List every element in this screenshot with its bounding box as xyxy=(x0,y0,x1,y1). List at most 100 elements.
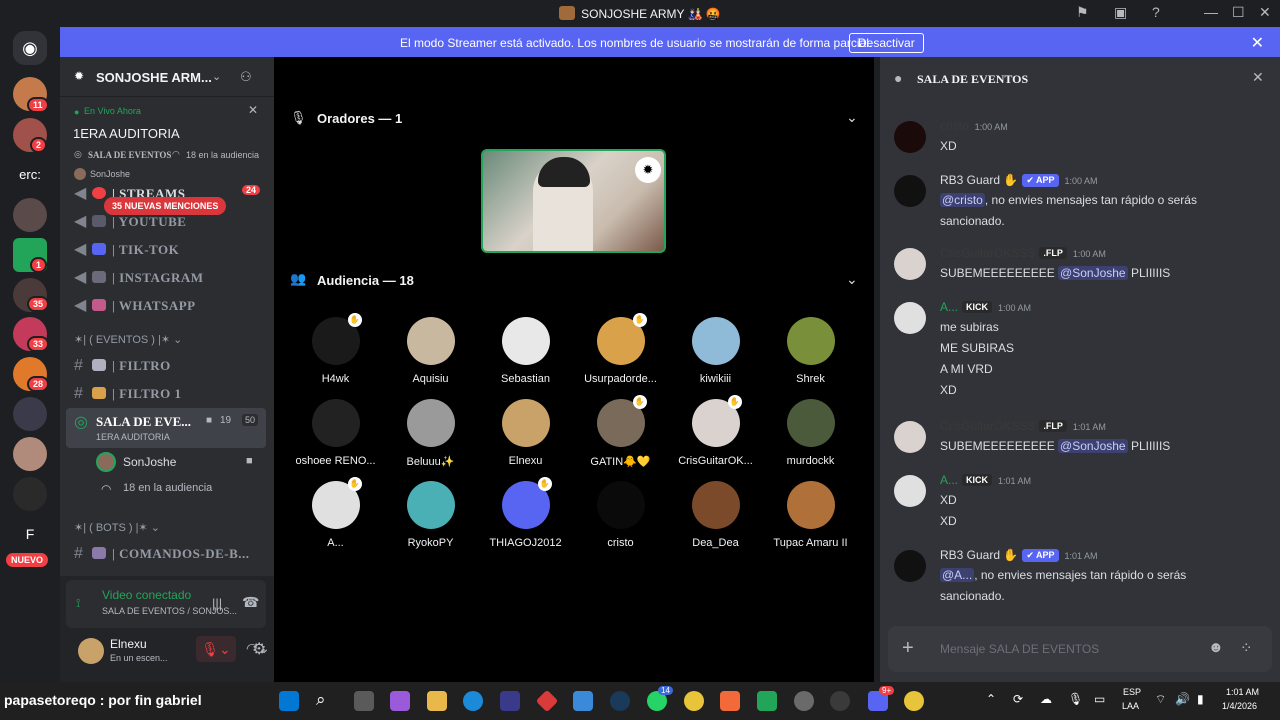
server-header[interactable]: ✹ SONJOSHE ARM... ⌄ ⚇ xyxy=(60,57,274,97)
help-icon[interactable]: ? xyxy=(1152,4,1160,20)
category-eventos[interactable]: ✶| ( EVENTOS ) |✶ ⌄ xyxy=(74,333,182,346)
audience-member[interactable]: Sebastian xyxy=(478,317,573,385)
channel-instagram[interactable]: ◀ | INSTAGRAM xyxy=(74,267,204,287)
display-icon[interactable]: ▭ xyxy=(1094,692,1105,706)
stage-member-name[interactable]: SonJoshe xyxy=(123,455,176,469)
task-view-icon[interactable] xyxy=(354,691,374,711)
clock-time[interactable]: 1:01 AM xyxy=(1226,687,1259,697)
guild-icon[interactable] xyxy=(13,198,47,232)
audience-member[interactable]: ✋ CrisGuitarOK... xyxy=(668,395,763,467)
add-attachment-icon[interactable]: + xyxy=(902,637,914,660)
audience-member[interactable]: ✋ H4wk xyxy=(288,313,383,385)
message-author[interactable]: RB3 Guard ✋ xyxy=(940,173,1018,187)
channel-filtro-1[interactable]: # | FILTRO 1 xyxy=(74,385,182,403)
message-author[interactable]: cristo xyxy=(940,119,969,133)
guild-text-icon[interactable]: erc: xyxy=(13,158,47,192)
app-icon[interactable] xyxy=(573,691,593,711)
audience-member[interactable]: ✋ THIAGOJ2012 xyxy=(478,477,573,549)
start-icon[interactable] xyxy=(279,691,299,711)
user-avatar[interactable] xyxy=(78,638,104,664)
edge-icon[interactable] xyxy=(463,691,483,711)
gear-icon[interactable]: ⚙ xyxy=(252,639,266,659)
audience-member[interactable]: Beluuu✨ xyxy=(383,399,478,468)
app-icon[interactable] xyxy=(757,691,777,711)
maximize-icon[interactable]: ☐ xyxy=(1232,4,1245,21)
voice-status[interactable]: Video conectado xyxy=(102,588,191,602)
message-author[interactable]: RB3 Guard ✋ xyxy=(940,548,1018,562)
inbox-icon[interactable]: ⚑ xyxy=(1076,4,1089,21)
message-author[interactable]: A... xyxy=(940,300,958,314)
battery-icon[interactable]: ▮ xyxy=(1197,692,1204,706)
user-mention[interactable]: @A... xyxy=(940,568,975,582)
mic-tray-icon[interactable]: 🎙 xyxy=(1068,692,1083,706)
disconnect-icon[interactable]: ☎ xyxy=(242,594,259,611)
user-mention[interactable]: @SonJoshe xyxy=(1058,266,1128,280)
audience-member[interactable]: Tupac Amaru II xyxy=(763,481,858,549)
emoji-icon[interactable]: ☻ xyxy=(1208,639,1224,656)
language-code[interactable]: ESP xyxy=(1123,687,1141,697)
audience-member[interactable]: kiwikiii xyxy=(668,317,763,385)
message-author[interactable]: CrisGuitarOKSSS xyxy=(940,419,1035,433)
speakers-header[interactable]: Oradores — 1 xyxy=(317,111,402,126)
chrome-icon[interactable] xyxy=(684,691,704,711)
close-banner-icon[interactable]: ✕ xyxy=(1251,33,1264,53)
audience-member[interactable]: ✋ A... xyxy=(288,477,383,549)
guild-icon[interactable] xyxy=(13,397,47,431)
volume-icon[interactable]: 🔊 xyxy=(1175,692,1190,706)
audience-member[interactable]: Elnexu xyxy=(478,399,573,467)
channel-whatsapp[interactable]: ◀ | WHATSAPP xyxy=(74,295,196,315)
discord-home-icon[interactable]: ◉ xyxy=(13,31,47,65)
audience-member[interactable]: RyokoPY xyxy=(383,481,478,549)
audience-member[interactable]: Shrek xyxy=(763,317,858,385)
audience-member[interactable]: ✋ Usurpadorde... xyxy=(573,313,668,385)
audience-member[interactable]: ✋ GATIN🐥💛 xyxy=(573,395,668,468)
app-icon[interactable] xyxy=(794,691,814,711)
chrome-icon[interactable] xyxy=(904,691,924,711)
message-avatar[interactable] xyxy=(894,248,926,280)
message-avatar[interactable] xyxy=(894,302,926,334)
stage-audience-count[interactable]: 18 en la audiencia xyxy=(123,482,212,494)
channel-comandos[interactable]: # | COMANDOS-DE-B... xyxy=(74,545,250,563)
screen-icon[interactable]: ▣ xyxy=(1114,4,1127,21)
audience-member[interactable]: murdockk xyxy=(763,399,858,467)
category-bots[interactable]: ✶| ( BOTS ) |✶ ⌄ xyxy=(74,521,160,534)
live-now-panel[interactable]: ● En Vivo Ahora ✕ 1ERA AUDITORIA ◎ SALA … xyxy=(60,97,274,185)
speaker-video-tile[interactable]: ✹ xyxy=(481,149,666,253)
wifi-icon[interactable]: ⌔ xyxy=(1155,692,1166,707)
guild-letter-icon[interactable]: F xyxy=(13,517,47,551)
message-avatar[interactable] xyxy=(894,421,926,453)
guild-icon[interactable] xyxy=(13,437,47,471)
audience-member[interactable]: Dea_Dea xyxy=(668,481,763,549)
chevron-up-icon[interactable]: ⌃ xyxy=(986,692,996,706)
close-live-icon[interactable]: ✕ xyxy=(248,103,258,117)
audience-header[interactable]: Audiencia — 18 xyxy=(317,273,414,288)
apps-icon[interactable]: ⁘ xyxy=(1240,639,1253,657)
brave-icon[interactable] xyxy=(720,691,740,711)
sync-icon[interactable]: ⟳ xyxy=(1013,692,1023,706)
minimize-icon[interactable]: — xyxy=(1204,4,1218,20)
channel-tiktok[interactable]: ◀ | TIK-TOK xyxy=(74,239,179,259)
audience-member[interactable]: Aquisiu xyxy=(383,317,478,385)
mute-mic-icon[interactable]: 🎙⌄ xyxy=(196,636,236,662)
keyboard-layout[interactable]: LAA xyxy=(1122,701,1139,711)
search-icon[interactable]: ⌕ xyxy=(316,690,326,710)
cloud-icon[interactable]: ☁ xyxy=(1040,692,1052,706)
app-icon[interactable] xyxy=(830,691,850,711)
audience-member[interactable]: oshoee RENO... xyxy=(288,399,383,467)
user-mention[interactable]: @cristo xyxy=(940,193,985,207)
guild-icon[interactable] xyxy=(13,477,47,511)
chevron-down-icon[interactable]: ⌄ xyxy=(846,271,858,288)
soundboard-icon[interactable]: ||| xyxy=(212,596,222,611)
new-mentions-pill[interactable]: 35 NUEVAS MENCIONES xyxy=(104,197,227,215)
disable-streamer-button[interactable]: Desactivar xyxy=(849,33,924,53)
stage-channel-selected[interactable]: ◎ SALA DE EVE... 1ERA AUDITORIA ■ 19 50 xyxy=(66,408,266,448)
message-input[interactable]: Mensaje SALA DE EVENTOS xyxy=(940,642,1099,656)
message-author[interactable]: CrisGuitarOKSSS xyxy=(940,246,1035,260)
app-icon[interactable] xyxy=(535,689,559,713)
chevron-down-icon[interactable]: ⌄ xyxy=(846,109,858,126)
store-icon[interactable] xyxy=(500,691,520,711)
file-explorer-icon[interactable] xyxy=(427,691,447,711)
user-mention[interactable]: @SonJoshe xyxy=(1058,439,1128,453)
channel-filtro[interactable]: # | FILTRO xyxy=(74,357,171,375)
invite-icon[interactable]: ⚇ xyxy=(240,69,252,85)
